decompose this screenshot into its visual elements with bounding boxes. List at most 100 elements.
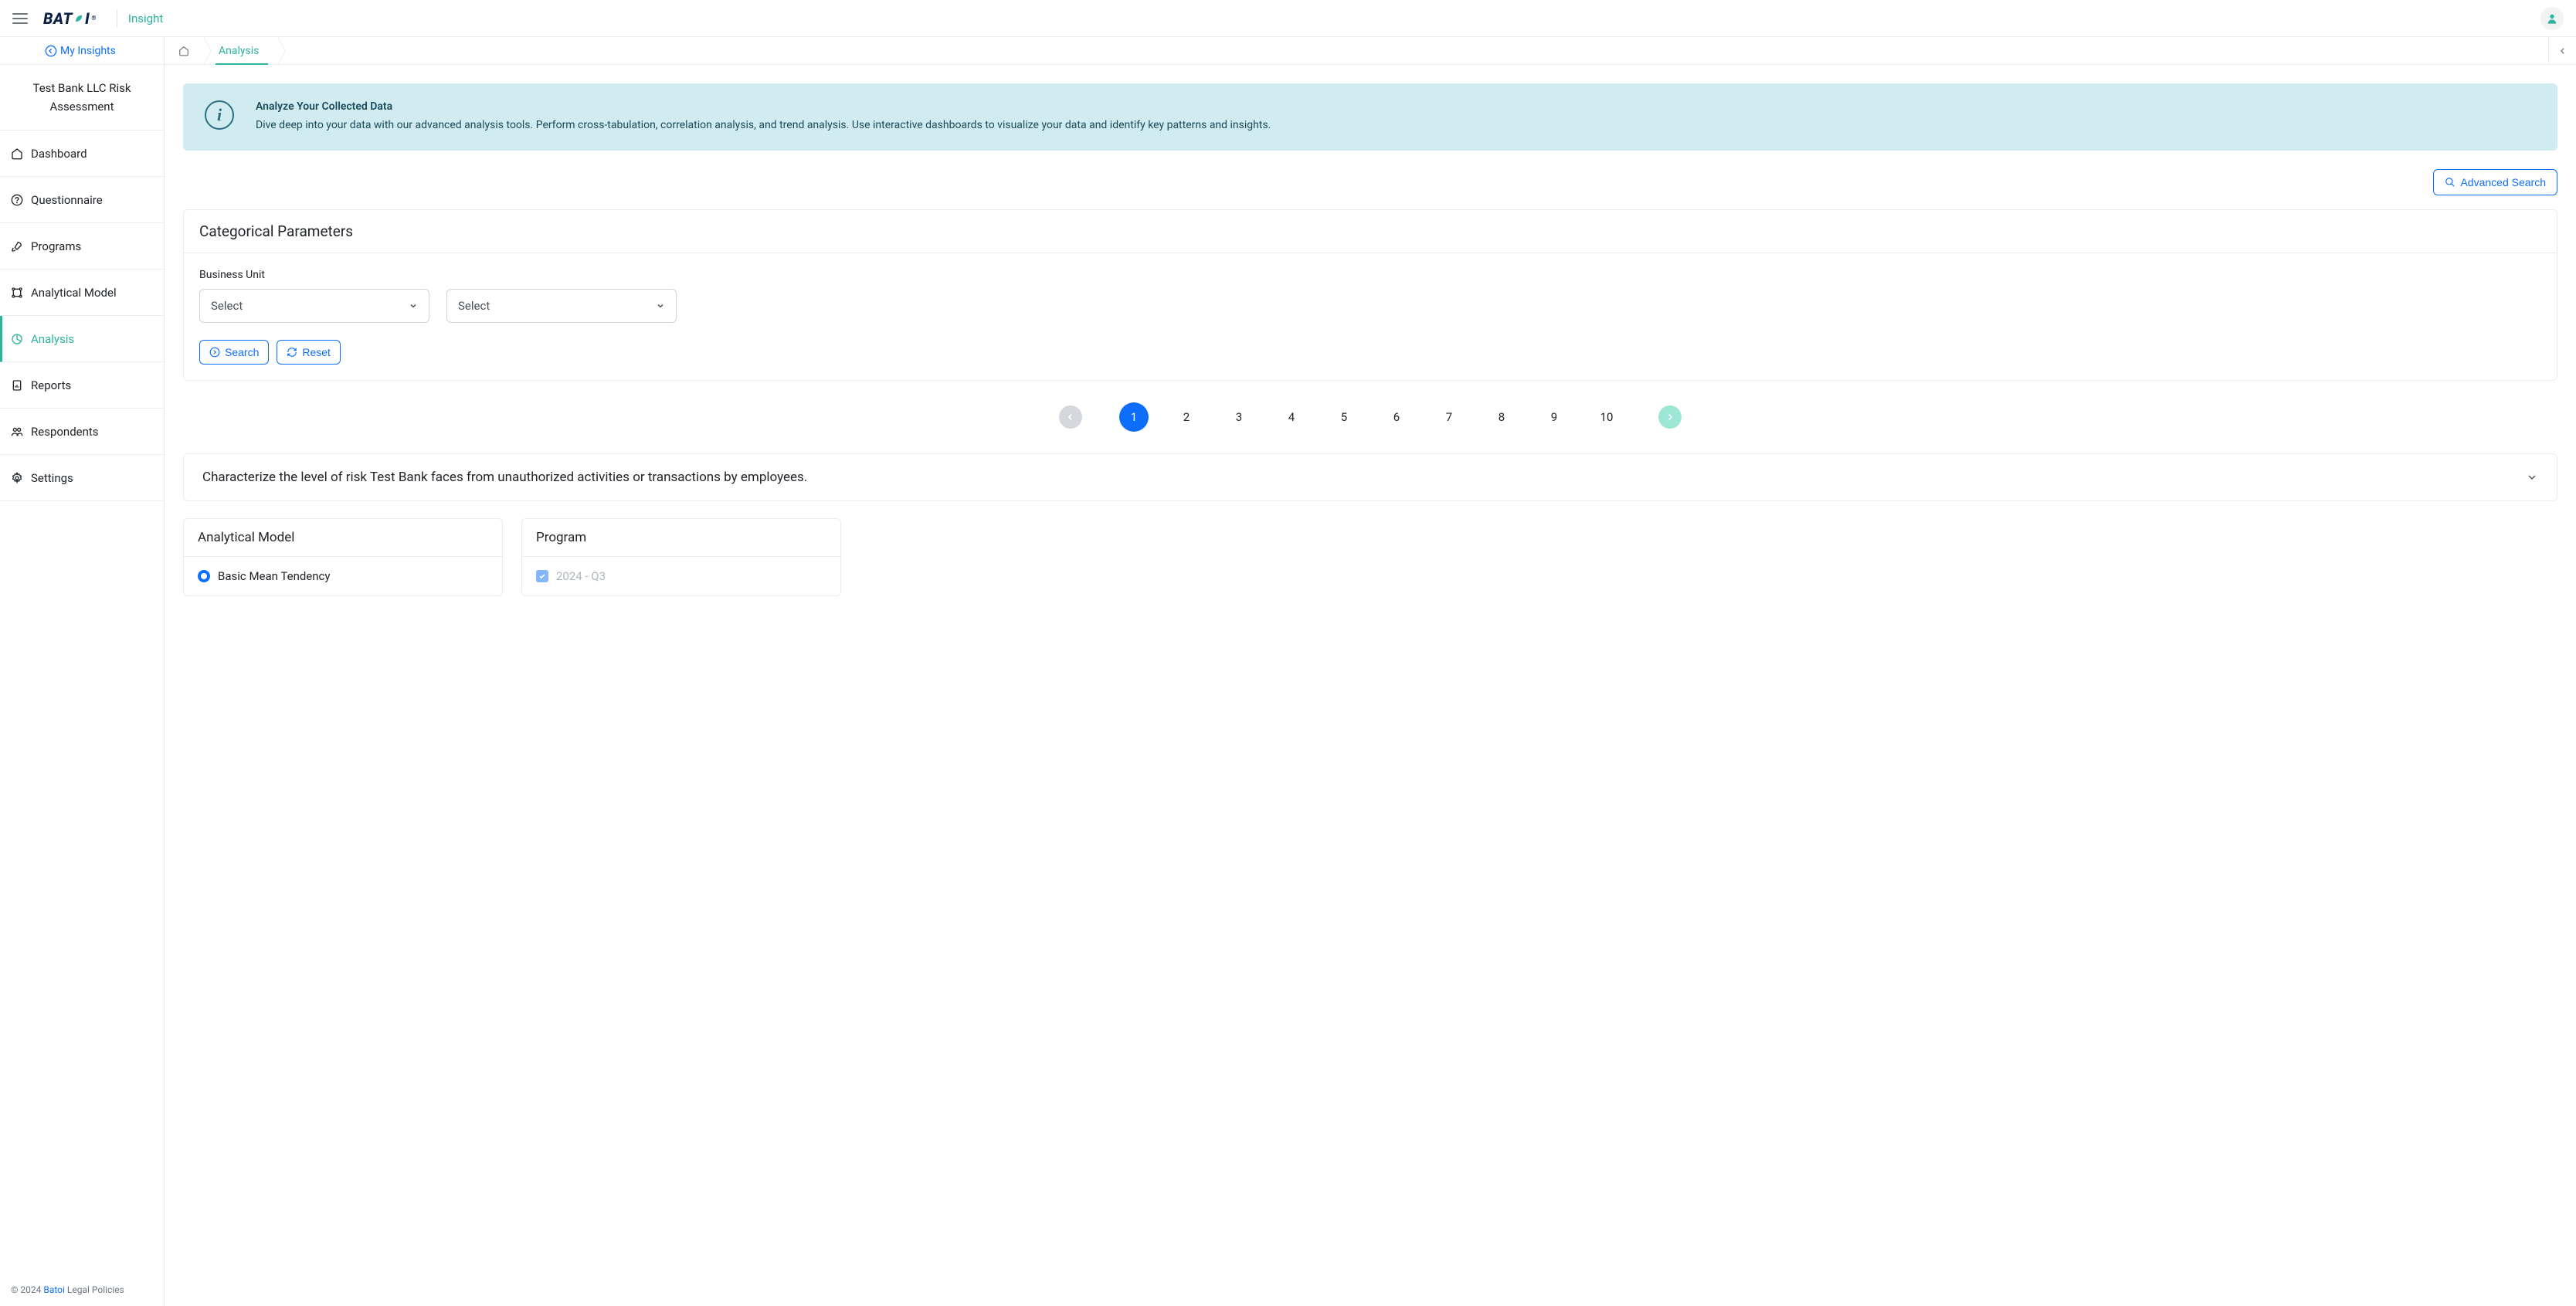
breadcrumb-home[interactable] [165, 37, 203, 64]
main-content: i Analyze Your Collected Data Dive deep … [165, 65, 2576, 615]
rocket-icon [11, 240, 23, 253]
program-option[interactable]: 2024 - Q3 [536, 569, 826, 583]
user-avatar[interactable] [2540, 7, 2564, 30]
sidebar-item-analytical-model[interactable]: Analytical Model [0, 270, 164, 316]
nav: Dashboard Questionnaire Programs Analyti… [0, 131, 164, 1274]
checkbox-label: 2024 - Q3 [556, 569, 606, 583]
page-10[interactable]: 10 [1592, 402, 1621, 432]
select-value: Select [211, 299, 243, 313]
arrow-right-circle-icon [209, 347, 220, 358]
categorical-parameters-panel: Categorical Parameters Business Unit Sel… [183, 209, 2557, 381]
logo-text: BATI® [43, 9, 97, 28]
menu-toggle-icon[interactable] [12, 13, 28, 24]
breadcrumb: Analysis [165, 37, 2576, 65]
sidebar-item-analysis[interactable]: Analysis [0, 316, 164, 362]
copyright-text: © 2024 [11, 1284, 43, 1295]
gear-icon [11, 472, 23, 484]
back-arrow-circle-icon [45, 45, 57, 57]
my-insights-link[interactable]: My Insights [0, 37, 164, 65]
page-4[interactable]: 4 [1277, 402, 1306, 432]
accordion-title: Characterize the level of risk Test Bank… [202, 470, 807, 485]
sidebar-item-respondents[interactable]: Respondents [0, 409, 164, 455]
radio-label: Basic Mean Tendency [218, 569, 331, 583]
sidebar: My Insights Test Bank LLC Risk Assessmen… [0, 37, 165, 1306]
analytical-model-option[interactable]: Basic Mean Tendency [198, 569, 488, 583]
my-insights-label: My Insights [60, 45, 116, 57]
reset-button-label: Reset [302, 346, 331, 358]
advanced-search-label: Advanced Search [2460, 176, 2546, 188]
logo[interactable]: BATI® [43, 9, 97, 28]
pagination-next[interactable] [1658, 405, 1682, 429]
breadcrumb-analysis[interactable]: Analysis [203, 37, 277, 64]
page-3[interactable]: 3 [1224, 402, 1254, 432]
pagination: 1 2 3 4 5 6 7 8 9 10 [183, 402, 2557, 432]
page-1[interactable]: 1 [1119, 402, 1149, 432]
secondary-select[interactable]: Select [446, 289, 677, 323]
refresh-icon [287, 347, 297, 358]
sidebar-item-label: Dashboard [31, 147, 87, 161]
sidebar-item-settings[interactable]: Settings [0, 455, 164, 501]
chevron-right-icon [1666, 413, 1674, 421]
page-8[interactable]: 8 [1487, 402, 1516, 432]
sidebar-item-label: Analytical Model [31, 286, 117, 300]
reset-button[interactable]: Reset [277, 340, 341, 365]
panel-title: Categorical Parameters [184, 210, 2557, 253]
chevron-left-icon [1067, 413, 1074, 421]
app-name: Insight [128, 12, 163, 25]
page-5[interactable]: 5 [1329, 402, 1359, 432]
sidebar-item-questionnaire[interactable]: Questionnaire [0, 177, 164, 223]
sidebar-item-label: Questionnaire [31, 193, 103, 207]
card-title: Analytical Model [184, 519, 502, 557]
network-icon [11, 287, 23, 299]
check-icon [538, 572, 546, 580]
card-title: Program [522, 519, 840, 557]
chevron-down-icon [2526, 471, 2538, 483]
sidebar-item-label: Reports [31, 378, 71, 392]
sidebar-item-label: Analysis [31, 332, 74, 346]
banner-title: Analyze Your Collected Data [256, 100, 1271, 113]
analytical-model-card: Analytical Model Basic Mean Tendency [183, 518, 503, 596]
chevron-down-icon [656, 301, 665, 310]
app-header: BATI® Insight [0, 0, 2576, 37]
sidebar-item-label: Respondents [31, 425, 99, 439]
user-icon [2546, 12, 2558, 25]
document-chart-icon [11, 379, 23, 392]
chevron-left-icon [2559, 47, 2567, 55]
question-circle-icon [11, 194, 23, 206]
info-icon: i [205, 100, 234, 130]
advanced-search-button[interactable]: Advanced Search [2433, 169, 2557, 195]
search-button[interactable]: Search [199, 340, 269, 365]
info-banner: i Analyze Your Collected Data Dive deep … [183, 83, 2557, 151]
checkbox-icon [536, 570, 548, 582]
pie-chart-icon [11, 333, 23, 345]
search-button-label: Search [225, 346, 259, 358]
sidebar-item-programs[interactable]: Programs [0, 223, 164, 270]
home-icon [11, 148, 23, 160]
page-9[interactable]: 9 [1539, 402, 1569, 432]
users-icon [11, 426, 23, 438]
project-name: Test Bank LLC Risk Assessment [0, 65, 164, 131]
footer-brand-link[interactable]: Batoi [43, 1284, 65, 1295]
search-icon [2445, 177, 2456, 188]
banner-description: Dive deep into your data with our advanc… [256, 117, 1271, 134]
business-unit-label: Business Unit [199, 269, 2541, 281]
page-2[interactable]: 2 [1172, 402, 1201, 432]
sidebar-item-dashboard[interactable]: Dashboard [0, 131, 164, 177]
chevron-down-icon [409, 301, 418, 310]
breadcrumb-collapse-button[interactable] [2548, 37, 2576, 65]
sidebar-item-reports[interactable]: Reports [0, 362, 164, 409]
business-unit-select[interactable]: Select [199, 289, 429, 323]
sidebar-item-label: Programs [31, 239, 81, 253]
select-value: Select [458, 299, 490, 313]
footer: © 2024 Batoi Legal Policies [0, 1274, 164, 1306]
program-card: Program 2024 - Q3 [521, 518, 841, 596]
page-7[interactable]: 7 [1434, 402, 1464, 432]
sidebar-item-label: Settings [31, 471, 73, 485]
pagination-prev[interactable] [1059, 405, 1082, 429]
footer-legal-text: Legal Policies [65, 1284, 124, 1295]
breadcrumb-label: Analysis [219, 45, 259, 57]
page-6[interactable]: 6 [1382, 402, 1411, 432]
radio-icon [198, 570, 210, 582]
home-icon [178, 46, 189, 56]
question-accordion[interactable]: Characterize the level of risk Test Bank… [183, 453, 2557, 501]
